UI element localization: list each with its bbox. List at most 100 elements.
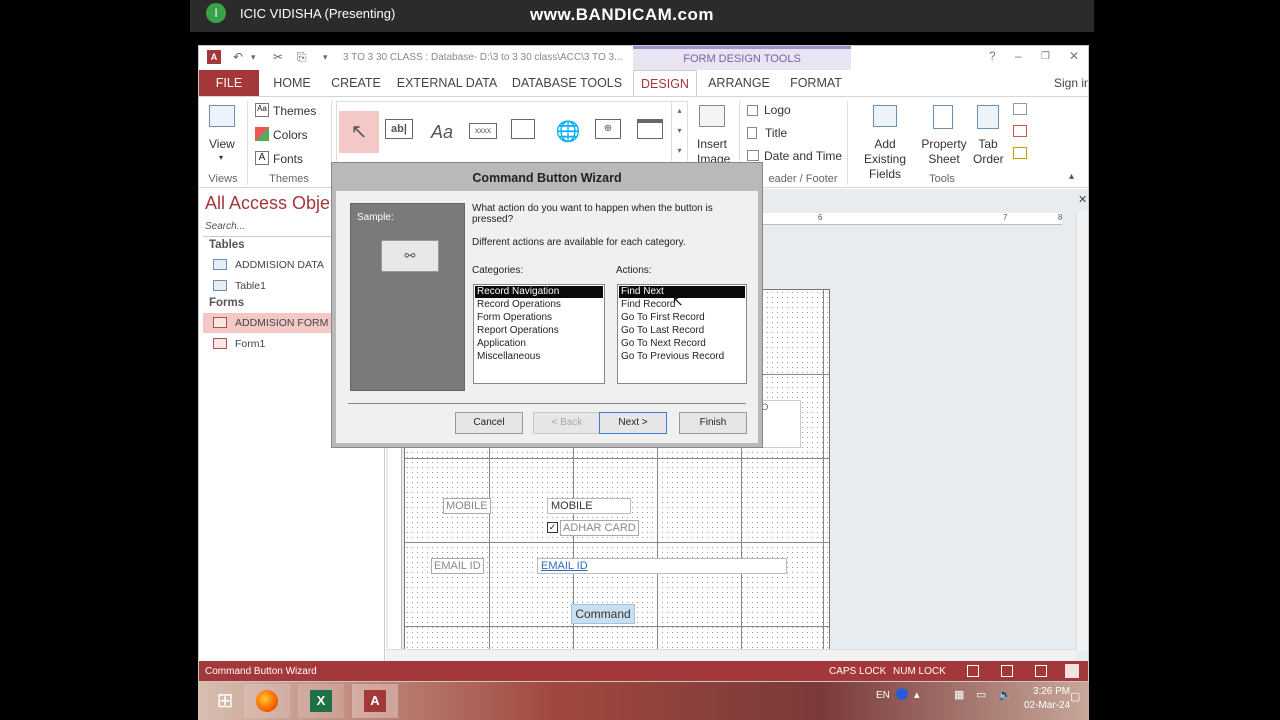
- finish-button[interactable]: Finish: [679, 412, 747, 434]
- select-pointer-icon[interactable]: ↖: [339, 111, 379, 153]
- themes-button[interactable]: Themes: [273, 104, 316, 118]
- cancel-button[interactable]: Cancel: [455, 412, 523, 434]
- form-view-icon[interactable]: [967, 665, 979, 677]
- monitor-icon[interactable]: ▭: [976, 688, 986, 701]
- add-existing-fields-icon[interactable]: [873, 105, 897, 127]
- list-item[interactable]: Go To Last Record: [619, 325, 745, 337]
- table-icon: [213, 259, 227, 270]
- close-icon[interactable]: ✕: [1069, 49, 1079, 63]
- network-icon[interactable]: ▦: [954, 688, 964, 701]
- web-browser-control-icon[interactable]: ⊕: [595, 119, 621, 139]
- undo-dropdown-icon[interactable]: ▾: [251, 52, 256, 63]
- insert-image-icon[interactable]: [699, 105, 725, 127]
- email-label[interactable]: EMAIL ID: [431, 558, 484, 574]
- property-sheet-button[interactable]: Property Sheet: [919, 137, 969, 167]
- nav-pane-title[interactable]: All Access Obje: [205, 193, 330, 214]
- view-dropdown-icon[interactable]: ▾: [219, 153, 223, 162]
- view-button[interactable]: View: [209, 137, 235, 151]
- design-view-icon[interactable]: [1065, 664, 1079, 678]
- start-windows-icon[interactable]: ⊞: [202, 684, 248, 718]
- label-control-icon[interactable]: Aa: [427, 119, 457, 145]
- grid-line: [405, 542, 829, 543]
- nav-section-tables[interactable]: Tables: [209, 239, 245, 251]
- tab-arrange[interactable]: ARRANGE: [703, 70, 775, 96]
- subform-icon[interactable]: [1013, 103, 1027, 115]
- title-button[interactable]: Title: [765, 126, 787, 140]
- navigation-control-icon[interactable]: [637, 119, 663, 139]
- tab-order-button[interactable]: Tab Order: [973, 137, 1004, 167]
- list-item[interactable]: Go To First Record: [619, 312, 745, 324]
- categories-listbox[interactable]: Record Navigation Record Operations Form…: [473, 284, 605, 384]
- textbox-control-icon[interactable]: ab|: [385, 119, 413, 139]
- customize-qat-icon[interactable]: ▾: [323, 52, 328, 63]
- colors-button[interactable]: Colors: [273, 128, 308, 142]
- next-button[interactable]: Next >: [599, 412, 667, 434]
- tab-order-icon[interactable]: [977, 105, 999, 129]
- firefox-icon[interactable]: [244, 684, 290, 718]
- help-icon[interactable]: ?: [989, 49, 996, 63]
- date-time-icon: [747, 150, 759, 161]
- form-icon: [213, 317, 227, 328]
- tab-design[interactable]: DESIGN: [633, 70, 697, 96]
- logo-button[interactable]: Logo: [764, 103, 791, 117]
- list-item[interactable]: Go To Previous Record: [619, 351, 745, 363]
- access-taskbar-icon[interactable]: A: [352, 684, 398, 718]
- tab-format[interactable]: FORMAT: [783, 70, 849, 96]
- mobile-textbox[interactable]: MOBILE: [547, 498, 631, 514]
- list-item[interactable]: Record Navigation: [475, 286, 603, 298]
- undo-icon[interactable]: ↶: [233, 50, 243, 64]
- volume-icon[interactable]: 🔈: [998, 688, 1012, 701]
- minimize-icon[interactable]: –: [1015, 49, 1022, 63]
- sign-in-link[interactable]: Sign in: [1054, 76, 1088, 90]
- email-textbox[interactable]: EMAIL ID: [537, 558, 787, 574]
- view-icon[interactable]: [209, 105, 235, 127]
- notifications-icon[interactable]: ▢: [1070, 690, 1080, 703]
- collapse-ribbon-icon[interactable]: ▴: [1069, 171, 1074, 182]
- code-icon[interactable]: [1013, 147, 1027, 159]
- nav-item-label: ADDMISION FORM: [235, 317, 329, 329]
- tab-create[interactable]: CREATE: [327, 70, 385, 96]
- vertical-scrollbar[interactable]: [1076, 211, 1088, 651]
- list-item[interactable]: Record Operations: [475, 299, 603, 311]
- nav-section-forms[interactable]: Forms: [209, 297, 244, 309]
- layout-view-icon[interactable]: [1035, 665, 1047, 677]
- horizontal-scrollbar[interactable]: [386, 649, 1076, 661]
- tab-external-data[interactable]: EXTERNAL DATA: [395, 70, 499, 96]
- mobile-label[interactable]: MOBILE: [443, 498, 491, 514]
- property-sheet-icon[interactable]: [933, 105, 953, 129]
- status-text: Command Button Wizard: [205, 666, 317, 677]
- nav-item-label: ADDMISION DATA: [235, 259, 324, 271]
- adhar-checkbox[interactable]: ✓: [547, 522, 558, 533]
- cut-icon[interactable]: ✂: [273, 50, 283, 64]
- list-item[interactable]: Report Operations: [475, 325, 603, 337]
- list-item[interactable]: Go To Next Record: [619, 338, 745, 350]
- chevron-up-icon[interactable]: ▴: [914, 688, 920, 701]
- back-button[interactable]: < Back: [533, 412, 601, 434]
- hyperlink-control-icon[interactable]: 🌐: [553, 119, 583, 145]
- list-item[interactable]: Form Operations: [475, 312, 603, 324]
- fonts-icon: A: [255, 151, 269, 165]
- tab-control-icon[interactable]: [511, 119, 535, 139]
- tab-file[interactable]: FILE: [199, 70, 259, 96]
- help-tray-icon[interactable]: [896, 688, 908, 700]
- tab-database-tools[interactable]: DATABASE TOOLS: [509, 70, 625, 96]
- close-document-icon[interactable]: ✕: [1078, 193, 1087, 206]
- sample-preview: Sample: ⚯: [350, 203, 465, 391]
- copy-icon[interactable]: ⎘: [297, 50, 307, 65]
- adhar-card-label[interactable]: ADHAR CARD: [560, 520, 639, 536]
- excel-icon[interactable]: X: [298, 684, 344, 718]
- datasheet-view-icon[interactable]: [1001, 665, 1013, 677]
- document-title: 3 TO 3 30 CLASS : Database- D:\3 to 3 30…: [343, 52, 623, 63]
- date-time-button[interactable]: Date and Time: [764, 149, 842, 163]
- command-button-control[interactable]: Command: [571, 604, 635, 624]
- list-item[interactable]: Miscellaneous: [475, 351, 603, 363]
- language-indicator[interactable]: EN: [876, 690, 890, 701]
- list-item[interactable]: Application: [475, 338, 603, 350]
- tab-home[interactable]: HOME: [265, 70, 319, 96]
- button-control-icon[interactable]: xxxx: [469, 123, 497, 139]
- fonts-button[interactable]: Fonts: [273, 152, 303, 166]
- restore-icon[interactable]: ❐: [1041, 51, 1050, 62]
- gallery-scroll-icon[interactable]: ▴ ▾ ▾: [671, 101, 687, 163]
- system-clock[interactable]: 3:26 PM 02-Mar-24: [1024, 685, 1070, 713]
- convert-macros-icon[interactable]: [1013, 125, 1027, 137]
